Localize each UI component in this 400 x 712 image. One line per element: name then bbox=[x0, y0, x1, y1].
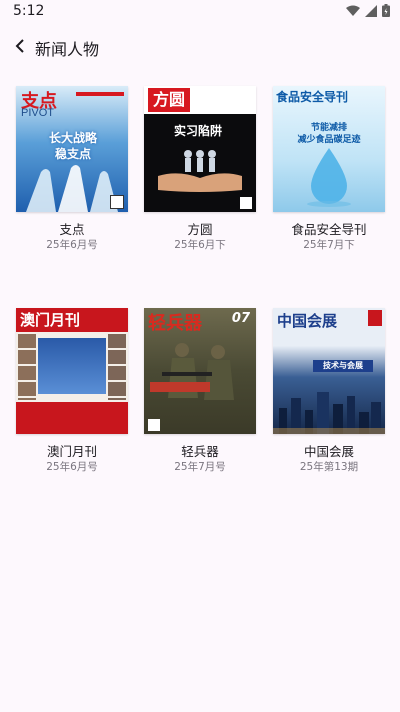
city-skyline-illustration bbox=[273, 392, 385, 434]
magazine-name: 食品安全导刊 bbox=[291, 222, 367, 237]
wifi-icon bbox=[346, 5, 360, 16]
status-icons bbox=[346, 4, 390, 17]
magazine-card-light-weapons[interactable]: 轻兵器 07 轻兵器 25年7月号 bbox=[141, 308, 259, 475]
qr-code bbox=[148, 419, 160, 431]
app-bar: 新闻人物 bbox=[0, 24, 400, 70]
magazine-name: 澳门月刊 bbox=[46, 444, 97, 459]
magazine-cover: 支点 PIVOT 长大战略 稳支点 bbox=[16, 86, 128, 212]
status-bar: 5:12 bbox=[0, 0, 400, 24]
magazine-cover: 中国会展 技术与会展 bbox=[273, 308, 385, 434]
cover-issue-number: 07 bbox=[231, 311, 250, 326]
magazine-cover: 轻兵器 07 bbox=[144, 308, 256, 434]
magazine-card-food-safety[interactable]: 食品安全导刊 节能减排 减少食品碳足迹 食品安全导刊 25年7月下 bbox=[270, 86, 388, 253]
magazine-name: 方圆 bbox=[187, 222, 213, 237]
magazine-name: 轻兵器 bbox=[181, 444, 219, 459]
magazine-card-fangyuan[interactable]: 方圆 实习陷阱 方圆 25年6月下 bbox=[141, 86, 259, 253]
cover-photo bbox=[38, 338, 106, 394]
magazine-cover: 食品安全导刊 节能减排 减少食品碳足迹 bbox=[273, 86, 385, 212]
status-time: 5:12 bbox=[13, 3, 45, 19]
magazine-issue: 25年7月号 bbox=[174, 461, 226, 473]
portrait-strip-left bbox=[18, 334, 36, 400]
magazine-issue: 25年第13期 bbox=[299, 461, 359, 473]
hands-illustration bbox=[158, 150, 242, 192]
back-button[interactable] bbox=[6, 32, 34, 60]
cover-text-band bbox=[16, 402, 128, 434]
cover-stripe bbox=[76, 92, 124, 96]
battery-icon bbox=[382, 4, 390, 17]
cover-headline: 实习陷阱 bbox=[174, 124, 223, 138]
cover-headline: 长大战略 稳支点 bbox=[48, 131, 97, 161]
magazine-name: 支点 bbox=[59, 222, 85, 237]
cover-badge bbox=[368, 310, 382, 326]
cover-subtitle: PIVOT bbox=[21, 107, 55, 119]
qr-code bbox=[240, 197, 252, 209]
magazine-issue: 25年6月号 bbox=[46, 461, 98, 473]
cover-text-band bbox=[150, 382, 210, 392]
cover-title: 方圆 bbox=[148, 88, 190, 112]
cover-headline: 技术与会展 bbox=[313, 360, 373, 372]
water-drop-illustration bbox=[307, 148, 351, 207]
magazine-card-macau-monthly[interactable]: 澳门月刊 澳门月刊 25年6月号 bbox=[13, 308, 131, 475]
magazine-issue: 25年6月下 bbox=[174, 239, 226, 251]
cover-headline: 节能减排 减少食品碳足迹 bbox=[297, 123, 361, 145]
magazine-name: 中国会展 bbox=[303, 444, 354, 459]
magazine-card-china-exhibition[interactable]: 中国会展 技术与会展 中国会展 25年第13期 bbox=[270, 308, 388, 475]
qr-code bbox=[110, 195, 124, 209]
cover-title: 食品安全导刊 bbox=[276, 90, 349, 104]
cover-title: 轻兵器 bbox=[148, 313, 202, 334]
cover-title: 中国会展 bbox=[277, 312, 338, 330]
magazine-issue: 25年7月下 bbox=[303, 239, 355, 251]
soldiers-illustration bbox=[162, 343, 234, 400]
magazine-cover: 方圆 实习陷阱 bbox=[144, 86, 256, 212]
portrait-strip-right bbox=[108, 334, 126, 400]
cover-title: 澳门月刊 bbox=[16, 308, 128, 332]
page-title: 新闻人物 bbox=[35, 40, 100, 59]
magazine-issue: 25年6月号 bbox=[46, 239, 98, 251]
back-arrow-icon bbox=[15, 39, 24, 53]
signal-icon bbox=[365, 4, 377, 17]
magazine-cover: 澳门月刊 bbox=[16, 308, 128, 434]
magazine-card-zhidian[interactable]: 支点 PIVOT 长大战略 稳支点 支点 25年6月号 bbox=[13, 86, 131, 253]
